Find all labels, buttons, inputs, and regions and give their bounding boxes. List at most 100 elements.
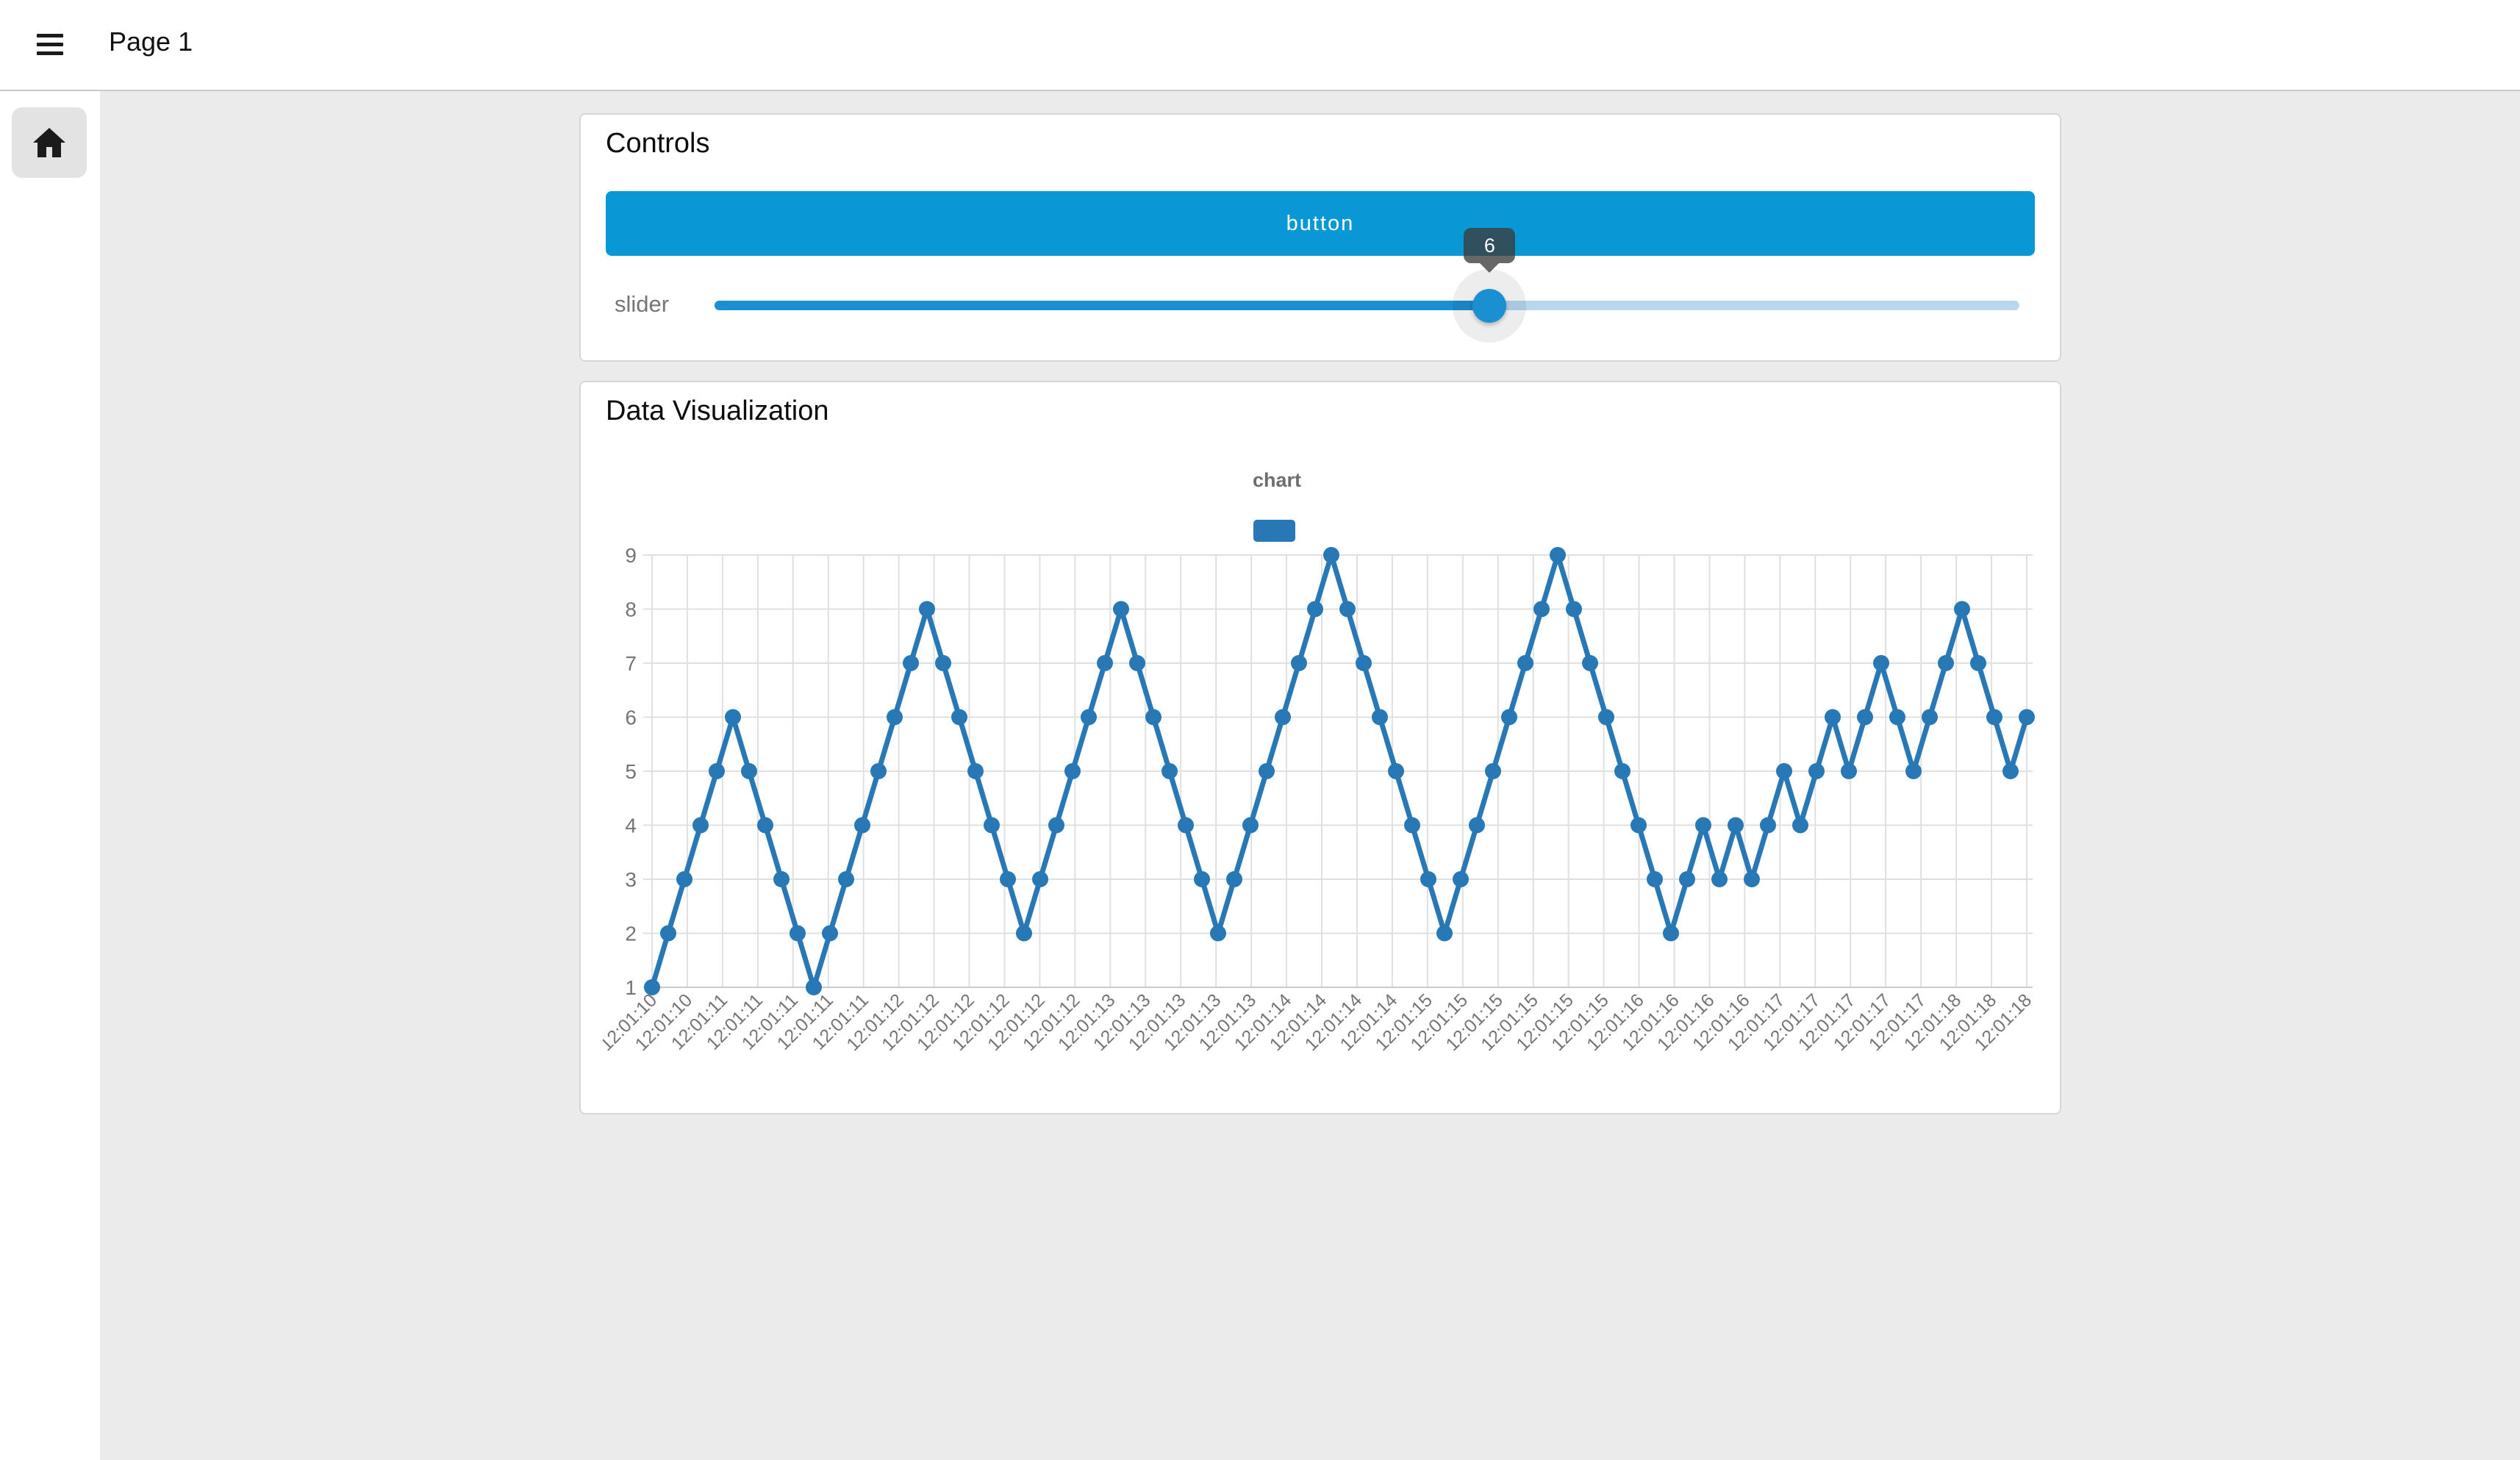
data-point xyxy=(1291,655,1307,671)
data-point xyxy=(1679,871,1695,887)
data-point xyxy=(1145,709,1161,726)
data-point xyxy=(1889,709,1905,726)
app-header: Page 1 xyxy=(0,0,2520,91)
controls-card: Controls button slider 6 xyxy=(579,113,2061,362)
y-axis-label: 3 xyxy=(625,868,637,891)
data-point xyxy=(790,926,806,942)
data-point xyxy=(1598,709,1614,726)
data-point xyxy=(1938,655,1954,671)
data-point xyxy=(1825,709,1841,726)
data-point xyxy=(644,979,660,995)
data-point xyxy=(725,709,741,726)
controls-card-title: Controls xyxy=(606,128,710,160)
y-axis-label: 2 xyxy=(625,923,637,945)
slider-row: slider 6 xyxy=(581,279,2060,331)
data-point xyxy=(1954,601,1970,618)
data-point xyxy=(935,655,951,671)
data-point xyxy=(1469,817,1485,834)
data-point xyxy=(1307,601,1323,618)
data-point xyxy=(773,871,790,887)
data-point xyxy=(1776,763,1792,779)
y-axis-label: 9 xyxy=(625,544,637,567)
line-chart-canvas[interactable]: chart12345678912:01:1012:01:1012:01:1112… xyxy=(603,456,2038,1103)
data-point xyxy=(1485,763,1501,779)
data-point xyxy=(1986,709,2002,726)
data-point xyxy=(660,926,676,942)
data-point xyxy=(1841,763,1857,779)
data-point xyxy=(822,926,838,942)
data-point xyxy=(1728,817,1744,834)
legend-swatch xyxy=(1253,520,1295,542)
data-point xyxy=(1178,817,1194,834)
data-point xyxy=(1420,871,1436,887)
data-point xyxy=(1501,709,1517,726)
data-point xyxy=(1339,601,1356,618)
slider-label: slider xyxy=(615,291,669,318)
data-point xyxy=(1081,709,1097,726)
sidebar xyxy=(0,91,100,1460)
data-point xyxy=(1453,871,1469,887)
data-point xyxy=(1032,871,1048,887)
data-point xyxy=(903,655,919,671)
menu-icon[interactable] xyxy=(37,34,63,57)
data-point xyxy=(1242,817,1259,834)
sidebar-item-home[interactable] xyxy=(12,107,87,178)
y-axis-label: 6 xyxy=(625,706,637,729)
viz-card-title: Data Visualization xyxy=(606,396,828,427)
data-point xyxy=(838,871,854,887)
data-point xyxy=(1663,926,1679,942)
data-point xyxy=(806,979,822,995)
data-visualization-card: Data Visualization chart12345678912:01:1… xyxy=(579,381,2061,1114)
data-point xyxy=(2002,763,2019,779)
data-point xyxy=(1922,709,1938,726)
data-point xyxy=(887,709,903,726)
data-point xyxy=(1970,655,1986,671)
data-point xyxy=(1582,655,1598,671)
data-point xyxy=(741,763,757,779)
data-point xyxy=(1436,926,1453,942)
data-point xyxy=(1259,763,1275,779)
data-point xyxy=(1226,871,1242,887)
data-point xyxy=(1194,871,1210,887)
data-point xyxy=(1873,655,1889,671)
slider-track[interactable]: 6 xyxy=(715,301,2019,310)
data-point xyxy=(1857,709,1873,726)
action-button[interactable]: button xyxy=(606,191,2035,256)
data-point xyxy=(1614,763,1631,779)
slider-value-tooltip: 6 xyxy=(1464,228,1515,263)
data-point xyxy=(1808,763,1825,779)
data-point xyxy=(1744,871,1760,887)
data-point xyxy=(1792,817,1808,834)
slider-fill xyxy=(715,301,1489,310)
data-point xyxy=(1647,871,1663,887)
y-axis-label: 4 xyxy=(625,815,637,837)
data-point xyxy=(1372,709,1388,726)
data-point xyxy=(1064,763,1081,779)
data-point xyxy=(1048,817,1064,834)
y-axis-label: 8 xyxy=(625,598,637,621)
data-point xyxy=(1356,655,1372,671)
data-point xyxy=(1129,655,1145,671)
data-point xyxy=(967,763,984,779)
data-point xyxy=(757,817,773,834)
data-point xyxy=(676,871,692,887)
y-axis-label: 5 xyxy=(625,760,637,783)
data-point xyxy=(692,817,709,834)
home-icon xyxy=(32,126,67,159)
data-point xyxy=(919,601,935,618)
y-axis-label: 7 xyxy=(625,652,637,675)
data-point xyxy=(709,763,725,779)
data-point xyxy=(1533,601,1550,618)
data-point xyxy=(1517,655,1533,671)
data-point xyxy=(870,763,887,779)
data-point xyxy=(1695,817,1711,834)
slider-handle[interactable] xyxy=(1472,289,1506,323)
data-point xyxy=(1404,817,1420,834)
data-point xyxy=(1275,709,1291,726)
data-point xyxy=(984,817,1000,834)
data-point xyxy=(854,817,870,834)
data-point xyxy=(951,709,967,726)
page-title: Page 1 xyxy=(109,26,193,57)
data-point xyxy=(1566,601,1582,618)
data-point xyxy=(1210,926,1226,942)
